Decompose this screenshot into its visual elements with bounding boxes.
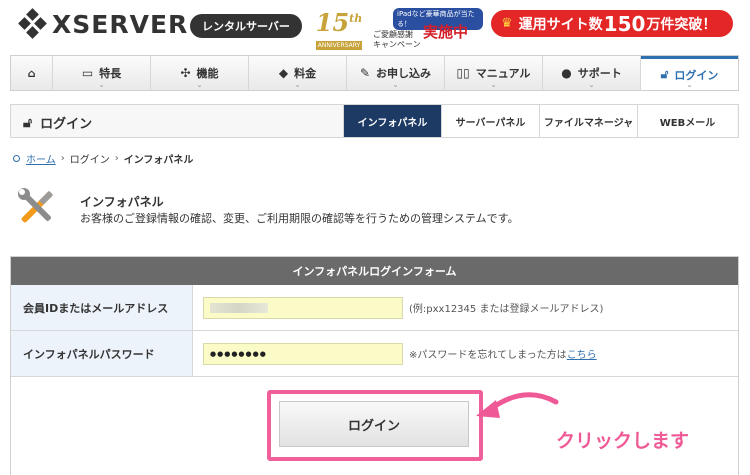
campaign-banner[interactable]: iPadなど豪華商品が当たる！ ご愛顧感謝 キャンペーン 実施中 [373,8,483,49]
forgot-password-hint: ※パスワードを忘れてしまった方はこちら [409,346,597,361]
pencil-icon: ✎ [359,66,371,80]
chevron-down-icon: ⌄ [392,81,399,89]
wrench-screwdriver-icon [18,188,53,223]
promo-suffix: 万件突破！ [646,16,717,33]
annotation-text: クリックします [556,430,690,452]
breadcrumb-separator: › [60,153,65,164]
member-id-row: 会員IDまたはメールアドレス (例:pxx12345 または登録メールアドレス) [11,285,738,331]
anniversary-number: 15 [315,8,350,37]
nav-pricing-label: 料金 [294,67,317,80]
breadcrumb-current: インフォパネル [123,155,194,166]
breadcrumb-home-link[interactable]: ホーム [26,151,56,166]
page-title-label: ログイン [40,117,93,132]
nav-apply[interactable]: ✎ お申し込み ⌄ [347,56,445,90]
logo-text: XSERVER [52,9,189,39]
breadcrumb-separator: › [114,153,119,164]
annotation-arrow-icon [476,392,559,418]
chevron-down-icon: ⌄ [98,81,105,89]
chevron-down-icon: ⌄ [196,81,203,89]
promo-banner[interactable]: ♛ 運用サイト数 150 万件突破！ [491,10,733,37]
rental-server-badge: レンタルサーバー [190,14,302,38]
person-icon: ● [561,66,572,80]
chevron-down-icon: ⌄ [588,81,595,89]
tab-webmail[interactable]: WEBメール [637,105,737,137]
masked-id-value [210,302,268,313]
logo-mark-icon [18,8,48,39]
unlock-icon: 🔓︎ [23,114,33,131]
monitor-icon: ▭ [81,66,94,80]
campaign-status: 実施中 [423,23,469,41]
intro-title: インフォパネル [80,195,164,209]
member-id-hint: (例:pxx12345 または登録メールアドレス) [409,304,604,315]
lock-icon: 🔓︎ [660,67,669,81]
tab-serverpanel[interactable]: サーバーパネル [441,105,539,137]
chevron-down-icon: ⌄ [490,81,497,89]
breadcrumb: ホーム › ログイン › インフォパネル [13,151,193,166]
site-header: XSERVER レンタルサーバー 15th ANNIVERSARY iPadなど… [0,0,750,50]
anniversary-badge[interactable]: 15th ANNIVERSARY [308,6,370,50]
member-id-label: 会員IDまたはメールアドレス [11,285,193,330]
intro-description: お客様のご登録情報の確認、変更、ご利用期限の確認等を行うための管理システムです。 [80,212,519,225]
nav-home[interactable]: ⌂ [11,56,53,90]
nav-features-label: 特長 [99,67,122,80]
nav-apply-label: お申し込み [376,67,432,80]
xserver-logo[interactable]: XSERVER [18,8,189,39]
breadcrumb-dot-icon [13,155,20,162]
nav-pricing[interactable]: ◆ 料金 ⌄ [249,56,347,90]
tab-infopanel[interactable]: インフォパネル [343,105,441,137]
promo-number: 150 [603,11,646,36]
password-label: インフォパネルパスワード [11,331,193,376]
nav-functions[interactable]: ✣ 機能 ⌄ [151,56,249,90]
nav-features[interactable]: ▭ 特長 ⌄ [53,56,151,90]
forgot-password-text: ※パスワードを忘れてしまった方は [409,350,567,361]
password-input[interactable]: ●●●●●●●● [203,342,403,365]
page-title: 🔓︎ ログイン [23,113,93,133]
tools-icon: ✣ [180,66,191,80]
chevron-down-icon: ⌄ [294,81,301,89]
main-nav: ⌂ ▭ 特長 ⌄ ✣ 機能 ⌄ ◆ 料金 ⌄ ✎ お申し込み ⌄ ▯▯ マニュア… [10,55,739,91]
breadcrumb-login[interactable]: ログイン [70,151,110,166]
form-heading: インフォパネルログインフォーム [11,257,738,285]
tab-filemanager[interactable]: ファイルマネージャ [539,105,637,137]
home-icon: ⌂ [27,66,36,80]
member-id-input[interactable] [203,296,403,319]
tag-icon: ◆ [278,66,289,80]
anniversary-label: ANNIVERSARY [315,41,363,50]
login-button[interactable]: ログイン [279,401,469,447]
promo-prefix: 運用サイト数 [518,16,603,33]
password-row: インフォパネルパスワード ●●●●●●●● ※パスワードを忘れてしまった方はこち… [11,331,738,377]
crown-icon: ♛ [501,16,513,31]
nav-functions-label: 機能 [196,67,219,80]
nav-login-label: ログイン [674,68,719,82]
nav-support-label: サポート [577,67,622,80]
nav-manual[interactable]: ▯▯ マニュアル ⌄ [445,56,543,90]
anniversary-suffix: th [349,12,363,25]
nav-manual-label: マニュアル [475,67,531,80]
login-subnav: 🔓︎ ログイン インフォパネル サーバーパネル ファイルマネージャ WEBメール [10,104,739,138]
subtabs: インフォパネル サーバーパネル ファイルマネージャ WEBメール [343,105,737,137]
forgot-password-link[interactable]: こちら [567,350,597,361]
nav-login[interactable]: 🔓︎ ログイン ⌄ [641,56,738,90]
chevron-down-icon: ⌄ [686,81,693,89]
book-icon: ▯▯ [456,66,470,80]
nav-support[interactable]: ● サポート ⌄ [543,56,641,90]
